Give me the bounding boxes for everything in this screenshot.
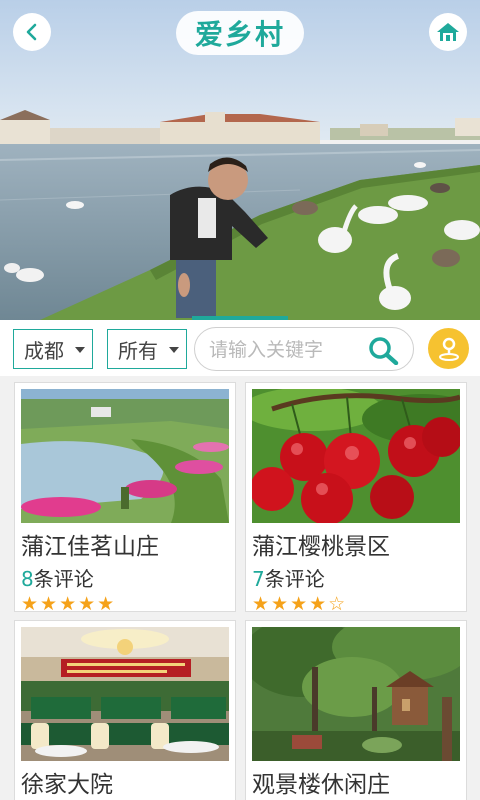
place-name: 蒲江樱桃景区: [252, 534, 390, 560]
chevron-down-icon: [75, 347, 85, 353]
location-button[interactable]: [428, 328, 469, 369]
place-name: 观景楼休闲庄: [252, 772, 390, 798]
map-pin-icon: [438, 337, 459, 361]
place-name: 徐家大院: [21, 772, 113, 798]
search-input[interactable]: [209, 336, 359, 364]
place-photo: [21, 389, 229, 523]
review-count-number: 8: [21, 567, 34, 591]
home-button[interactable]: [429, 13, 467, 51]
review-count[interactable]: 7条评论: [252, 563, 325, 592]
review-count-suffix: 条评论: [33, 567, 94, 591]
search-box: [194, 327, 414, 371]
place-card[interactable]: 蒲江樱桃景区 7条评论 ★★★★☆: [245, 382, 467, 615]
filter-bar: 成都 所有: [0, 320, 480, 376]
place-name: 蒲江佳茗山庄: [21, 534, 159, 560]
place-photo: [21, 627, 229, 761]
page-title-pill: 爱乡村: [176, 11, 304, 55]
back-arrow-icon: [26, 23, 37, 41]
star-rating: ★★★★★: [21, 593, 117, 615]
app-screen: 爱乡村 成都 所有 请输入关键字 蒲江佳茗山庄 8条评论 ★★★★★ 蒲江樱桃景…: [0, 0, 480, 800]
review-count-suffix: 条评论: [264, 567, 325, 591]
back-button[interactable]: [13, 13, 51, 51]
place-photo: [252, 389, 460, 523]
place-photo: [252, 627, 460, 761]
place-card[interactable]: 观景楼休闲庄: [245, 620, 467, 800]
star-rating: ★★★★☆: [252, 593, 348, 615]
place-grid: 蒲江佳茗山庄 8条评论 ★★★★★ 蒲江樱桃景区 7条评论 ★★★★☆ 徐家大院…: [0, 378, 480, 800]
place-card[interactable]: 蒲江佳茗山庄 8条评论 ★★★★★: [14, 382, 236, 615]
review-count[interactable]: 8条评论: [21, 563, 94, 592]
chevron-down-icon: [169, 347, 179, 353]
search-icon[interactable]: [367, 335, 401, 365]
category-select[interactable]: 所有: [107, 329, 187, 369]
city-select[interactable]: 成都: [13, 329, 93, 369]
city-select-value: 成都: [24, 338, 64, 363]
place-card[interactable]: 徐家大院: [14, 620, 236, 800]
review-count-number: 7: [252, 567, 265, 591]
home-icon: [437, 23, 459, 41]
page-title: 爱乡村: [194, 18, 285, 51]
category-select-value: 所有: [118, 338, 158, 363]
